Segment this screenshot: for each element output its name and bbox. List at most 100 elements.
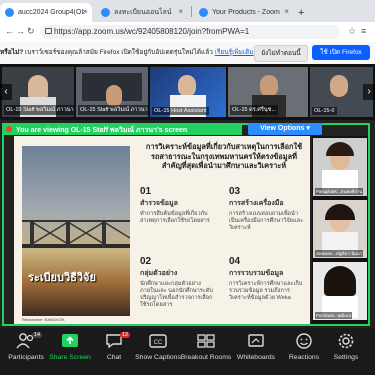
svg-text:CC: CC [154, 340, 163, 346]
participant-video-strip: OL-15 Staff พลวิมณ์ ภาวนา... OL-15 Staff… [0, 64, 375, 120]
step-item: 01 สำรวจข้อมูล ทำการสืบค้นข้อมูลที่เกี่ย… [140, 186, 218, 225]
browser-tab-registration[interactable]: ลงทะเบียนออนไลน์ × [96, 3, 188, 22]
breakout-rooms-label: Breakout Rooms [180, 354, 232, 361]
back-arrow-icon[interactable]: ← [5, 26, 14, 36]
meeting-toolbar: 14 Participants Share Screen 12 Chat CC … [0, 328, 375, 375]
participant-face [28, 75, 48, 99]
tab-title: ลงทะเบียนออนไลน์ [114, 9, 172, 16]
step-number: 03 [229, 186, 241, 197]
reload-icon[interactable]: ↻ [27, 26, 35, 37]
learn-more-link[interactable]: เรียนรู้เพิ่มเติม [215, 49, 254, 56]
participant-name-label: Jarawee...ณัฐธิดา ฉิมมา [315, 250, 364, 257]
url-input[interactable]: https://app.zoom.us/wc/92405808120/join?… [40, 25, 340, 39]
participant-name-label: OL-15-0 [312, 107, 337, 115]
slide-bridge-image: ระเบียบวิธีวิจัย [22, 146, 130, 316]
notice-body: เบราว์เซอร์ของคุณล้าสมัย Firefox เปิดใช้… [23, 49, 215, 56]
settings-label: Settings [333, 354, 359, 361]
breakout-rooms-icon [180, 332, 232, 352]
zoom-favicon-icon [5, 8, 14, 17]
close-tab-icon[interactable]: × [82, 7, 87, 16]
step-description: การสร้างแบบสอบถามเพื่อนำเป็นเครื่องมือกา… [229, 211, 304, 231]
gear-icon [320, 332, 372, 352]
scroll-left-icon[interactable]: ‹ [0, 84, 12, 100]
participant-hair [325, 204, 355, 220]
step-number: 04 [229, 256, 241, 267]
participant-face [330, 75, 348, 97]
browser-tab-zoom-meeting[interactable]: aucc2024 Group4(OL-13 to OL × [0, 3, 92, 22]
not-now-button[interactable]: ยังไม่ทำตอนนี้ [254, 45, 308, 62]
participant-video[interactable]: OL-15 Host Assistant [150, 67, 226, 117]
settings-button[interactable]: Settings [320, 332, 372, 361]
participant-count-badge: 14 [32, 332, 43, 338]
participant-video[interactable]: OL-15 Staff พลวิมณ์ ภาวนา... [2, 67, 74, 117]
view-options-button[interactable]: View Options ▾ [248, 123, 322, 135]
menu-icon[interactable]: ≡ [361, 26, 366, 36]
new-tab-button[interactable]: + [298, 3, 312, 22]
whiteboards-label: Whiteboards [236, 354, 276, 361]
browser-tab-your-products[interactable]: Your Products - Zoom × [194, 3, 294, 22]
captions-icon: CC [132, 332, 184, 352]
slide-image-credit: Researcher: BANGKOK [22, 317, 65, 322]
plus-icon: + [298, 6, 305, 19]
step-number: 01 [140, 186, 152, 197]
browser-update-notice: หรือไม่? เบราว์เซอร์ของคุณล้าสมัย Firefo… [0, 42, 375, 65]
step-title: การสร้างเครื่องมือ [229, 200, 284, 207]
participant-name-label: OL-15 Staff พลวิมณ์ ภาวนา... [4, 105, 74, 115]
chat-unread-badge: 12 [120, 332, 131, 338]
participant-video[interactable]: OL-15 ดร.ศรีนุช... [228, 67, 308, 117]
bookmark-star-icon[interactable]: ☆ [348, 26, 356, 37]
step-description: ทำการสืบค้นข้อมูลที่เกี่ยวกับสาเหตุการเล… [140, 211, 210, 224]
url-text: https://app.zoom.us/wc/92405808120/join?… [54, 27, 250, 36]
step-title: สำรวจข้อมูล [140, 200, 178, 207]
slide-title: การวิเคราะห์ข้อมูลที่เกี่ยวกับสาเหตุในกา… [145, 142, 303, 170]
participant-hair [326, 142, 354, 156]
sharing-indicator-icon [6, 126, 12, 132]
zoom-favicon-icon [199, 8, 208, 17]
step-title: กลุ่มตัวอย่าง [140, 270, 178, 277]
lock-icon [45, 28, 52, 34]
notice-prefix: หรือไม่? [0, 49, 24, 56]
show-captions-button[interactable]: CC Show Captions [132, 332, 184, 361]
step-description: การวิเคราะห์การศึกษาและเก็บรวบรวมข้อมูล … [229, 281, 303, 301]
shared-screen-area: You are viewing OL-15 Staff พลวิมณ์ ภาวน… [0, 120, 375, 328]
participant-video[interactable]: OL-15 Staff พลวิมณ์ ภาวนา... [76, 67, 148, 117]
breakout-rooms-button[interactable]: Breakout Rooms [180, 332, 232, 361]
step-item: 03 การสร้างเครื่องมือ การสร้างแบบสอบถามเ… [229, 186, 307, 232]
browser-address-bar: ← → ↻ https://app.zoom.us/wc/92405808120… [0, 22, 375, 43]
participant-hair [324, 266, 356, 296]
presentation-slide: ระเบียบวิธีวิจัย Researcher: BANGKOK การ… [14, 136, 310, 324]
browser-tab-bar: aucc2024 Group4(OL-13 to OL × ลงทะเบียนอ… [0, 0, 375, 22]
slide-image-caption: ระเบียบวิธีวิจัย [28, 272, 96, 284]
whiteboards-button[interactable]: Whiteboards [230, 332, 282, 361]
sharing-banner-text: You are viewing OL-15 Staff พลวิมณ์ ภาวน… [16, 127, 188, 134]
open-firefox-button[interactable]: ใช้ เปิด Firefox [312, 45, 370, 60]
zoom-favicon-icon [101, 8, 110, 17]
participant-name-label: OL-15 ดร.ศรีนุช... [230, 105, 279, 115]
participant-name-label: OL-15 Host Assistant [152, 107, 209, 115]
participant-video[interactable]: Jarawee...ณัฐธิดา ฉิมมา [313, 200, 367, 258]
step-title: การรวบรวมข้อมูล [229, 270, 284, 277]
participant-face [106, 85, 122, 107]
participant-name-label: OL-15 Staff พลวิมณ์ ภาวนา... [78, 105, 148, 115]
step-item: 02 กลุ่มตัวอย่าง นักศึกษาและกลุ่มตัวอย่า… [140, 256, 218, 309]
close-tab-icon[interactable]: × [178, 7, 183, 16]
step-item: 04 การรวบรวมข้อมูล การวิเคราะห์การศึกษาแ… [229, 256, 307, 302]
participant-face [178, 75, 196, 97]
participant-video[interactable]: PanuphatK...ธนพงศ์ปาน [313, 138, 367, 196]
step-description: นักศึกษาและกลุ่มตัวอย่าง ภายในและ นอกนัก… [140, 281, 213, 308]
bridge-silhouette-icon [22, 220, 130, 248]
tab-title: aucc2024 Group4(OL-13 to OL [18, 9, 88, 16]
tab-title: Your Products - Zoom [212, 9, 280, 16]
speaker-side-panel: PanuphatK...ธนพงศ์ปาน Jarawee...ณัฐธิดา … [312, 136, 368, 324]
sharing-banner: You are viewing OL-15 Staff พลวิมณ์ ภาวน… [2, 123, 242, 135]
participant-video[interactable]: Purimwat...พุฒิเมธ [313, 262, 367, 320]
notice-text: หรือไม่? เบราว์เซอร์ของคุณล้าสมัย Firefo… [0, 47, 254, 57]
participant-name-label: Purimwat...พุฒิเมธ [315, 312, 353, 319]
participant-face [260, 75, 278, 97]
forward-arrow-icon[interactable]: → [16, 26, 25, 36]
close-tab-icon[interactable]: × [284, 7, 289, 16]
whiteboard-icon [230, 332, 282, 352]
step-number: 02 [140, 256, 152, 267]
scroll-right-icon[interactable]: › [363, 84, 375, 100]
tab-divider [191, 6, 192, 17]
